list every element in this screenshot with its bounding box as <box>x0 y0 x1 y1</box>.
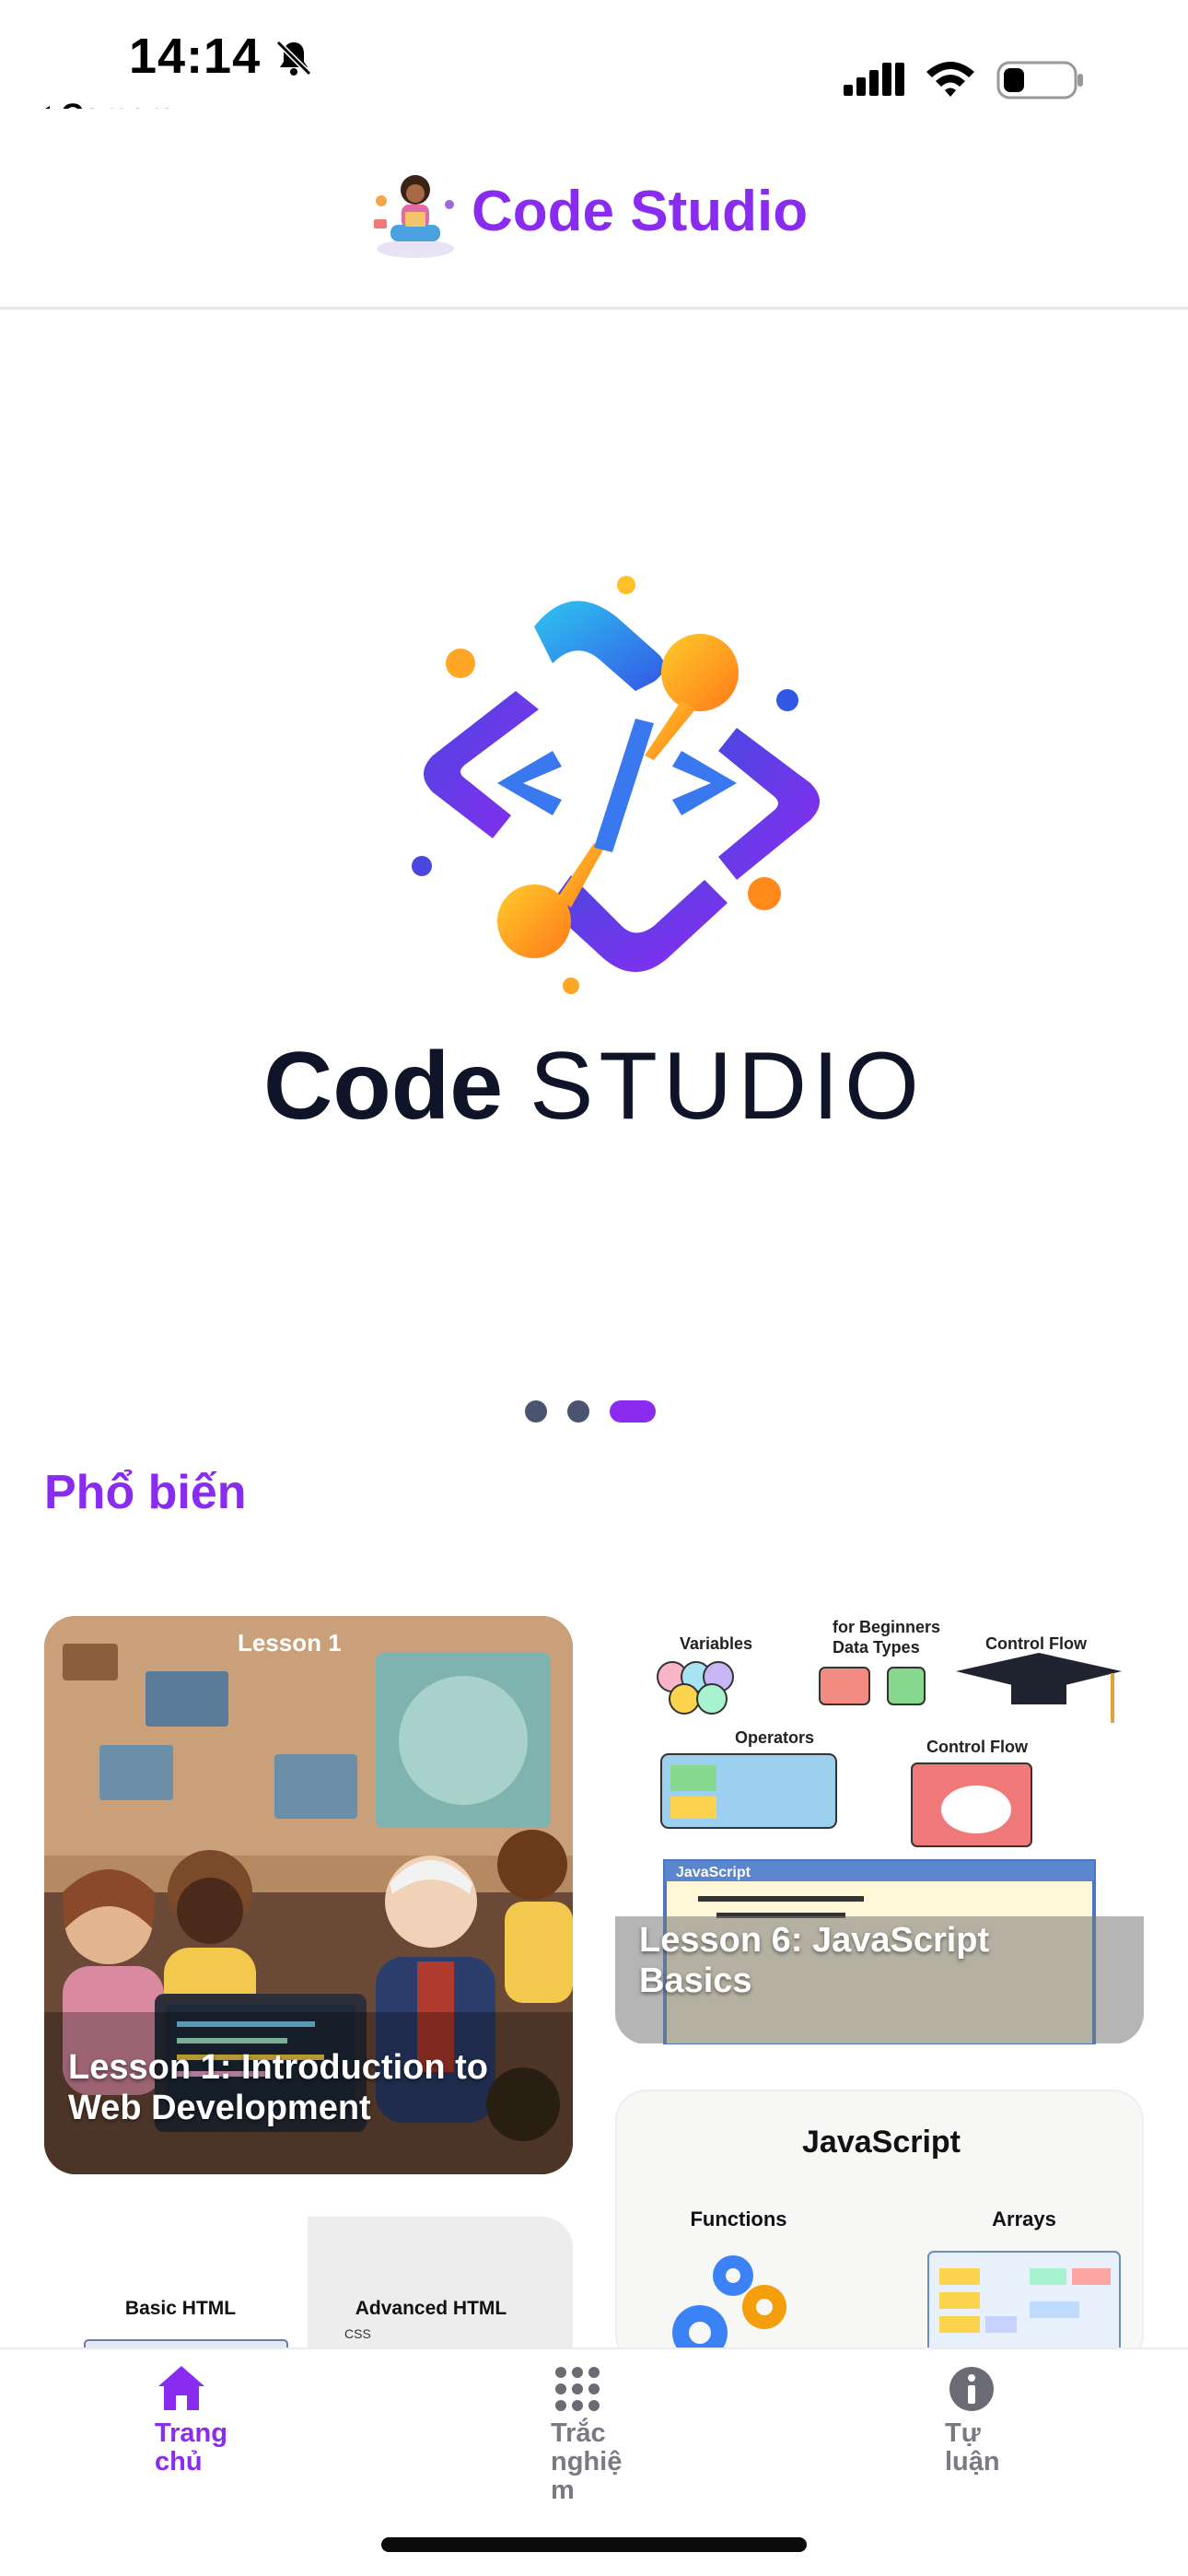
carousel-dot-3[interactable] <box>610 1400 656 1423</box>
tab-quiz[interactable]: Trắc nghiệm <box>551 2362 626 2505</box>
signal-icon <box>844 63 904 96</box>
home-icon <box>158 2366 204 2410</box>
tab-home-label: Trang chủ <box>155 2418 227 2476</box>
hero-carousel[interactable]: Code STUDIO <box>0 313 1188 1391</box>
diagram-label-datatypes: Data Types <box>833 1638 920 1657</box>
css-label: CSS <box>344 2326 371 2341</box>
status-bar: 14:14 Camera <box>0 0 1188 133</box>
wifi-icon <box>926 62 974 97</box>
wordmark-light: STUDIO <box>530 1033 925 1140</box>
diagram-label-js: JavaScript <box>676 1865 751 1880</box>
app-header: Code Studio <box>0 109 1188 310</box>
javascript-illustration: JavaScript Functions Arrays <box>672 2125 1121 2363</box>
js-heading: JavaScript <box>802 2125 961 2160</box>
bell-muted-icon <box>275 40 312 76</box>
functions-label: Functions <box>690 2207 786 2231</box>
diagram-label-variables: Variables <box>680 1634 752 1653</box>
diagram-label-controlflow: Control Flow <box>985 1634 1088 1653</box>
section-title-popular: Phổ biến <box>44 1466 247 1519</box>
arrays-label: Arrays <box>992 2207 1056 2231</box>
lesson-badge: Lesson 1 <box>238 1629 342 1657</box>
lesson-card-1[interactable]: Lesson 1 Lesson 1: Introduction to Web D… <box>44 1616 573 2174</box>
lesson-title: Lesson 6: JavaScript Basics <box>639 1921 990 2000</box>
tab-essay[interactable]: Tự luận <box>945 2362 1020 2476</box>
app-logo <box>374 175 454 258</box>
tab-essay-label: Tự luận <box>945 2418 1000 2476</box>
battery-icon <box>996 61 1083 100</box>
basic-html-label: Basic HTML <box>125 2298 236 2319</box>
app-title: Code Studio <box>472 180 809 243</box>
carousel-dot-1[interactable] <box>525 1400 547 1423</box>
diagram-label-controlflow-2: Control Flow <box>926 1738 1029 1756</box>
code-studio-logo <box>412 576 820 994</box>
diagram-label-beginners: for Beginners <box>833 1618 940 1636</box>
tab-quiz-label: Trắc nghiệm <box>551 2418 623 2505</box>
wordmark-bold: Code <box>263 1033 504 1140</box>
carousel-dot-2[interactable] <box>567 1400 589 1423</box>
lesson-card-javascript[interactable]: JavaScript Functions Arrays <box>615 2090 1144 2366</box>
info-icon <box>949 2367 994 2411</box>
home-indicator <box>381 2537 807 2552</box>
hero-wordmark: Code STUDIO <box>0 1032 1188 1142</box>
advanced-html-label: Advanced HTML <box>355 2298 507 2319</box>
lesson-card-6[interactable]: Variables for Beginners Data Types Contr… <box>615 1616 1144 2044</box>
carousel-indicator <box>525 1400 656 1423</box>
tab-home[interactable]: Trang chủ <box>155 2362 230 2476</box>
status-time: 14:14 <box>129 29 262 84</box>
grid-icon <box>555 2367 600 2411</box>
diagram-label-operators: Operators <box>735 1728 814 1747</box>
lesson-title: Lesson 1: Introduction to Web Developmen… <box>68 2048 488 2127</box>
